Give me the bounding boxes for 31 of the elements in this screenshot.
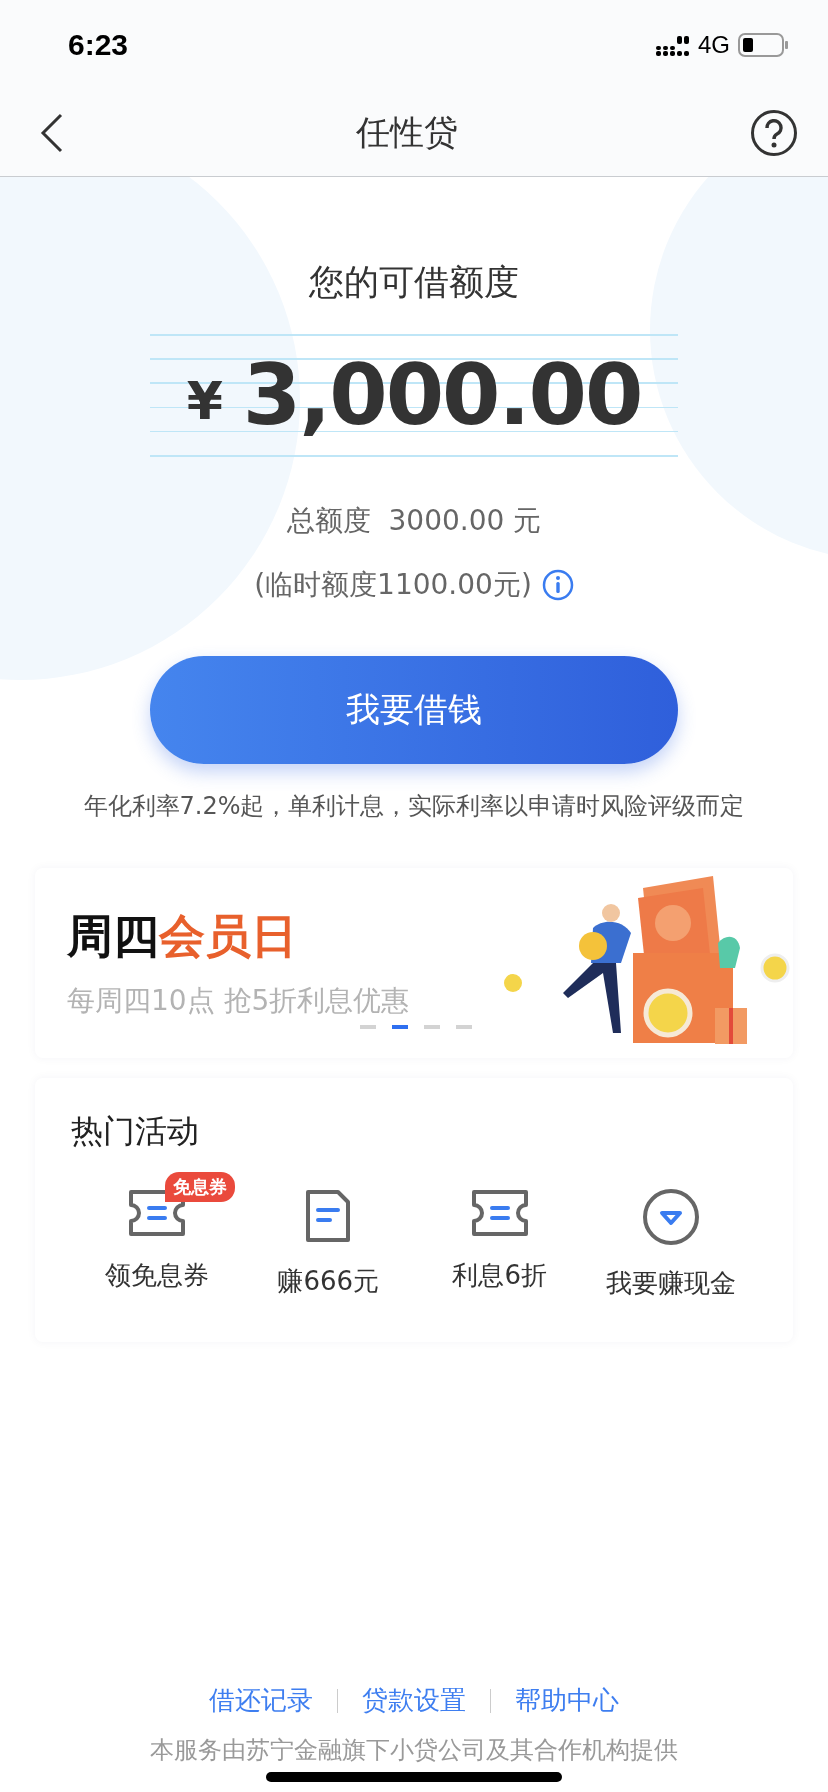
battery-icon	[738, 33, 788, 57]
activity-label[interactable]: 利息6折	[452, 1258, 547, 1293]
ticket-icon	[469, 1188, 530, 1238]
footer-link[interactable]: 借还记录	[209, 1683, 313, 1718]
temporary-credit: (临时额度1100.00元)	[254, 567, 532, 603]
disclaimer: 本服务由苏宁金融旗下小贷公司及其合作机构提供	[149, 1735, 679, 1766]
back-icon[interactable]	[40, 113, 64, 153]
activity-label[interactable]: 领免息券	[104, 1258, 209, 1293]
borrow-button[interactable]: 我要借钱	[150, 656, 678, 764]
footer-link[interactable]: 贷款设置	[362, 1683, 466, 1718]
footer-link[interactable]: 帮助中心	[515, 1683, 619, 1718]
section-title: 热门活动	[71, 1112, 199, 1150]
credit-label: 您的可借额度	[309, 261, 519, 304]
signal-icon	[656, 34, 690, 56]
home-indicator[interactable]	[266, 1772, 562, 1782]
activity-label[interactable]: 赚666元	[277, 1264, 380, 1299]
currency-symbol: ¥	[186, 371, 223, 431]
credit-amount: 3,000.00	[242, 346, 642, 444]
network-label: 4G	[698, 31, 730, 59]
banner-subtitle: 每周四10点 抢5折利息优惠	[67, 983, 410, 1019]
status-time: 6:23	[68, 28, 129, 62]
activity-label[interactable]: 我要赚现金	[606, 1266, 737, 1301]
info-icon[interactable]	[541, 569, 574, 601]
document-icon	[304, 1188, 353, 1244]
page-title: 任性贷	[356, 111, 458, 154]
coupon-badge: 免息券	[165, 1172, 236, 1202]
rate-note: 年化利率7.2%起，单利计息，实际利率以申请时风险评级而定	[83, 791, 745, 822]
total-credit: 总额度 3000.00 元	[286, 503, 542, 539]
help-icon[interactable]	[750, 109, 798, 157]
banner-title: 周四会员日	[67, 908, 298, 965]
promo-banner[interactable]: 周四会员日 每周四10点 抢5折利息优惠	[35, 868, 793, 1058]
